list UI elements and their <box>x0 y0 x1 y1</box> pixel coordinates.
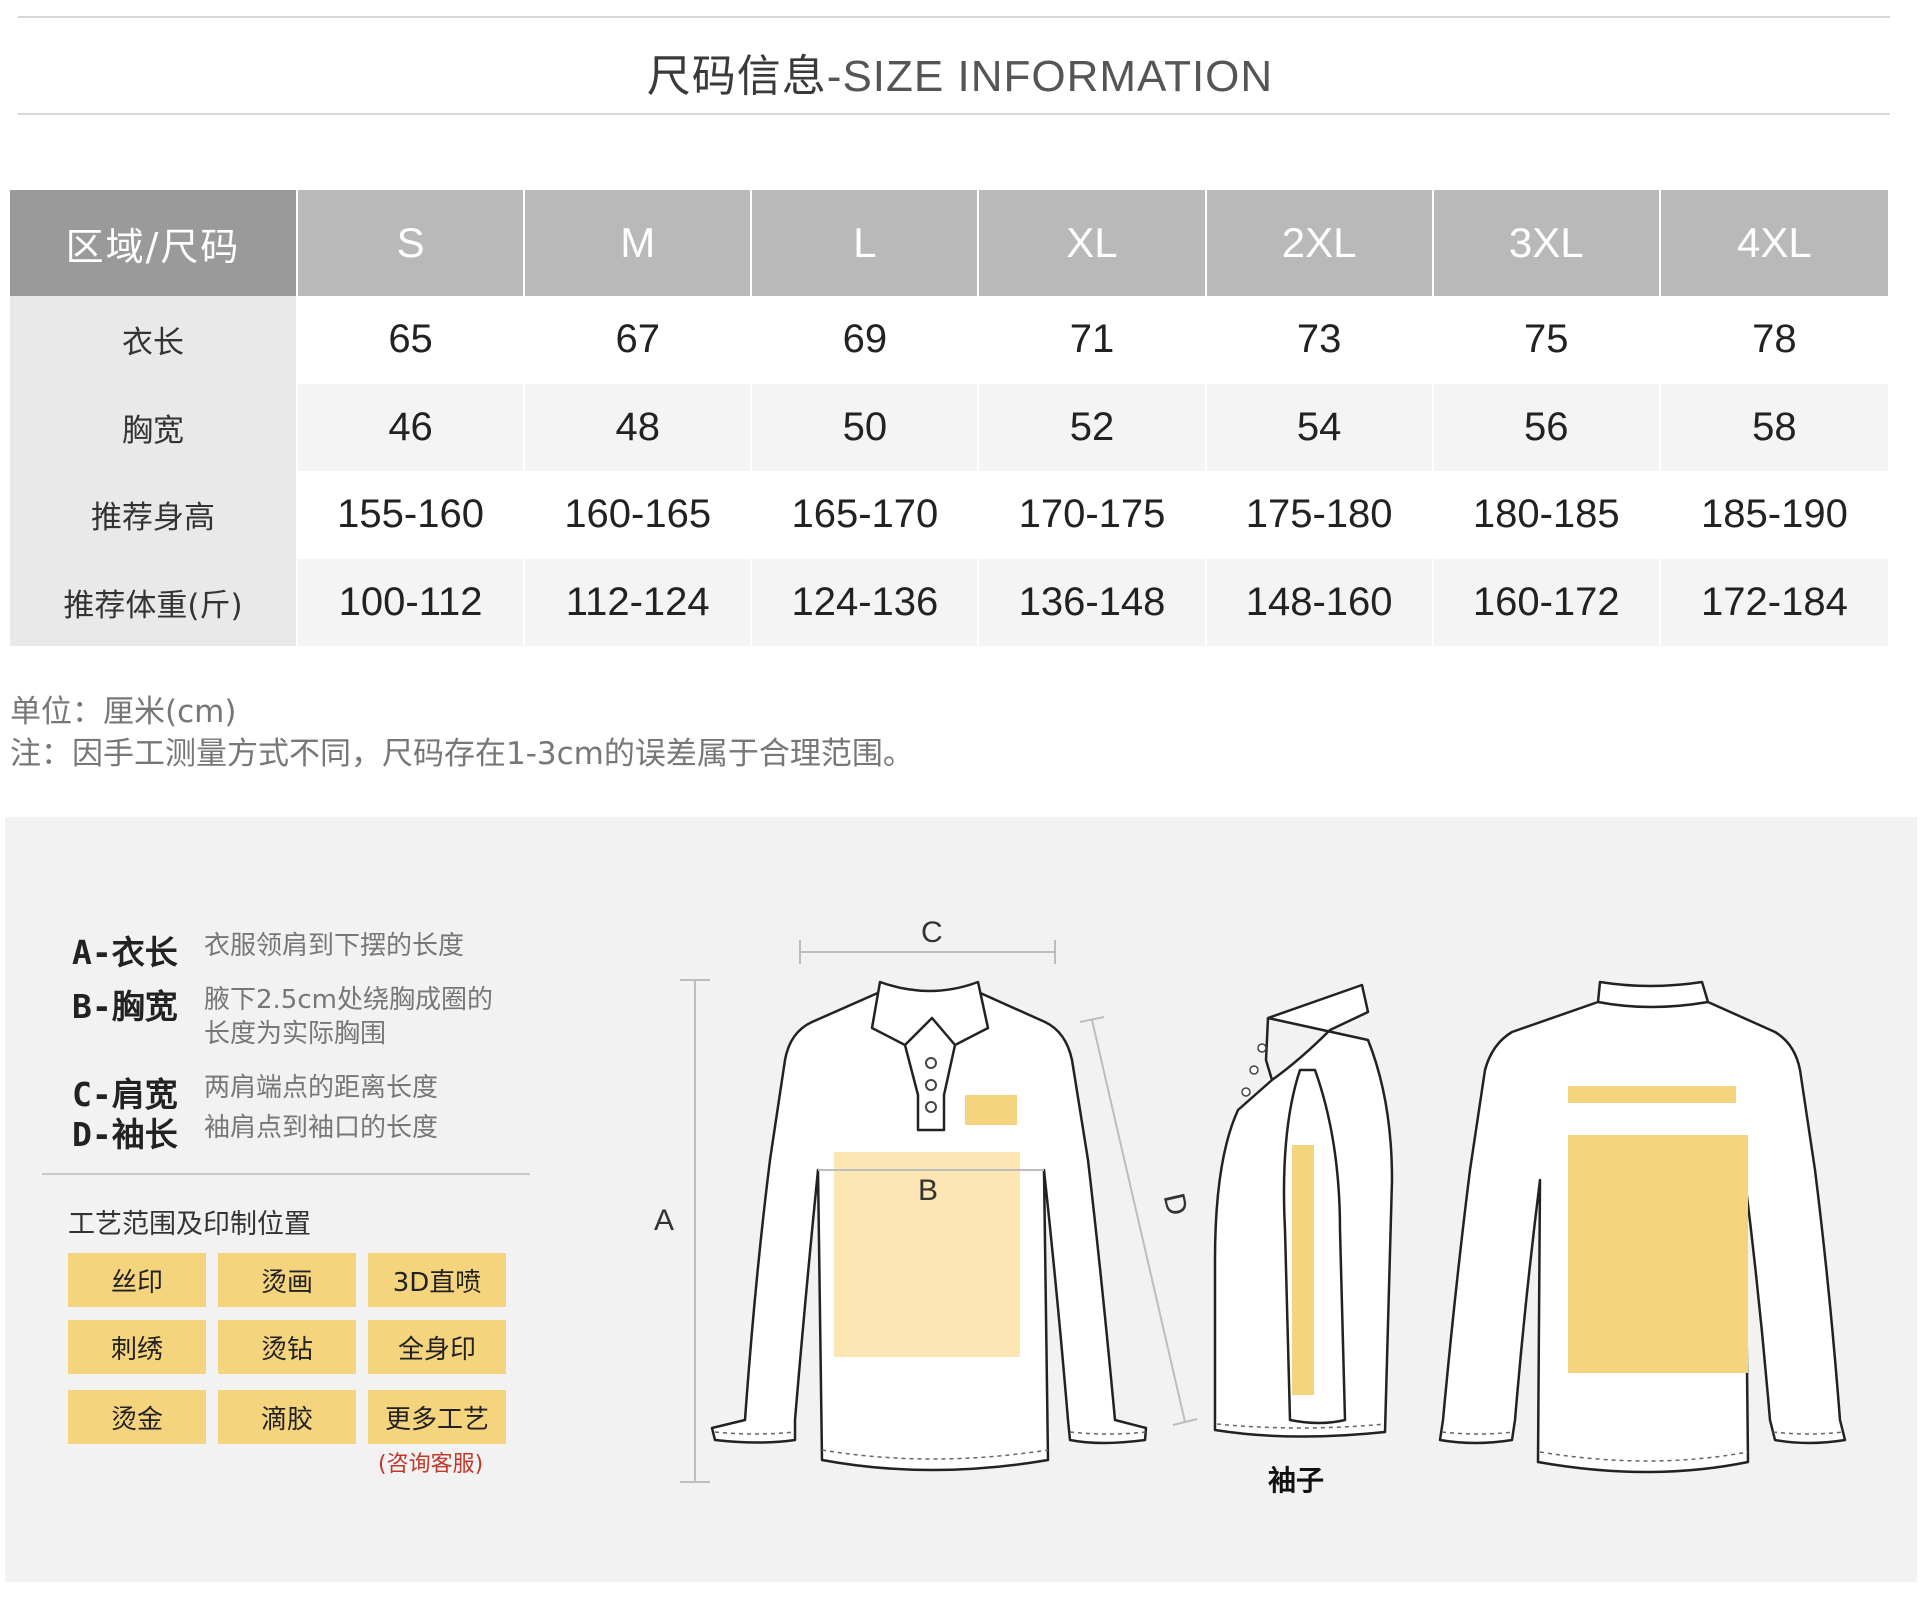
table-cell: 172-184 <box>1660 558 1888 646</box>
page-title-cn: 尺码信息 <box>646 51 827 102</box>
definition-a: A-衣长 衣服领肩到下摆的长度 <box>72 926 504 974</box>
craft-rhinestone: 烫钻 <box>218 1320 356 1374</box>
table-cell: 170-175 <box>979 471 1207 559</box>
table-cell: 148-160 <box>1206 558 1434 646</box>
craft-grid: 丝印 烫画 3D直喷 刺绣 烫钻 全身印 烫金 滴胶 更多工艺 <box>68 1253 508 1444</box>
craft-silkscreen: 丝印 <box>68 1253 206 1307</box>
definition-desc: 衣服领肩到下摆的长度 <box>204 931 465 961</box>
table-cell: 160-165 <box>525 471 753 559</box>
table-cell: 73 <box>1206 296 1434 384</box>
table-cell: 58 <box>1660 383 1888 471</box>
table-cell: 71 <box>979 296 1207 384</box>
size-header-2xl: 2XL <box>1206 190 1434 296</box>
table-cell: 52 <box>979 383 1207 471</box>
size-header-3xl: 3XL <box>1433 190 1661 296</box>
craft-heat-transfer: 烫画 <box>218 1253 356 1307</box>
table-cell: 160-172 <box>1433 558 1661 646</box>
table-cell: 67 <box>525 296 753 384</box>
header-top-rule <box>18 16 1890 18</box>
unit-note: 单位：厘米(cm) <box>10 694 237 730</box>
row-label: 胸宽 <box>10 383 298 471</box>
table-cell: 180-185 <box>1433 471 1661 559</box>
header-bottom-rule <box>18 113 1890 115</box>
front-buttons <box>925 1057 937 1113</box>
sleeve-print-area <box>1292 1145 1314 1395</box>
measure-c-label: C <box>921 916 943 949</box>
back-main-print-area <box>1568 1135 1748 1373</box>
table-cell: 56 <box>1433 383 1661 471</box>
sleeve-label: 袖子 <box>1268 1464 1324 1497</box>
table-cell: 136-148 <box>979 558 1207 646</box>
size-row-chest: 胸宽 46 48 50 52 54 56 58 <box>10 383 1888 471</box>
definition-key: A-衣长 <box>72 933 178 972</box>
front-pocket-print-area <box>965 1095 1017 1125</box>
back-upper-print-area <box>1568 1086 1736 1103</box>
definition-desc: 腋下2.5cm处绕胸成圈的长度为实际胸围 <box>204 985 493 1049</box>
size-header-s: S <box>298 190 526 296</box>
table-cell: 165-170 <box>752 471 980 559</box>
craft-title: 工艺范围及印制位置 <box>68 1209 311 1240</box>
measure-b-label: B <box>918 1174 938 1207</box>
row-label: 推荐身高 <box>10 471 298 559</box>
size-header-4xl: 4XL <box>1660 190 1888 296</box>
craft-more: 更多工艺 <box>368 1390 506 1444</box>
measure-a-label: A <box>654 1204 674 1237</box>
craft-epoxy: 滴胶 <box>218 1390 356 1444</box>
row-label: 推荐体重(斤) <box>10 558 298 646</box>
tolerance-note: 注：因手工测量方式不同，尺码存在1-3cm的误差属于合理范围。 <box>10 736 914 772</box>
table-cell: 78 <box>1660 296 1888 384</box>
size-row-length: 衣长 65 67 69 71 73 75 78 <box>10 296 1888 384</box>
row-label: 衣长 <box>10 296 298 384</box>
craft-all-over-print: 全身印 <box>368 1320 506 1374</box>
size-header-row: 区域/尺码 S M L XL 2XL 3XL 4XL <box>10 190 1888 296</box>
size-row-weight: 推荐体重(斤) 100-112 112-124 124-136 136-148 … <box>10 558 1888 646</box>
craft-3d-print: 3D直喷 <box>368 1253 506 1307</box>
table-cell: 48 <box>525 383 753 471</box>
consult-note: (咨询客服) <box>378 1452 484 1477</box>
size-header-xl: XL <box>979 190 1207 296</box>
definition-desc: 袖肩点到袖口的长度 <box>204 1113 439 1143</box>
table-cell: 50 <box>752 383 980 471</box>
table-cell: 54 <box>1206 383 1434 471</box>
size-header-m: M <box>525 190 753 296</box>
craft-gold-foil: 烫金 <box>68 1390 206 1444</box>
definition-key: D-袖长 <box>72 1115 178 1154</box>
definition-key: B-胸宽 <box>72 987 178 1026</box>
craft-embroidery: 刺绣 <box>68 1320 206 1374</box>
definition-b: B-胸宽 腋下2.5cm处绕胸成圈的长度为实际胸围 <box>72 980 504 1051</box>
table-cell: 112-124 <box>525 558 753 646</box>
page-title-en: -SIZE INFORMATION <box>826 52 1274 101</box>
table-cell: 185-190 <box>1660 471 1888 559</box>
page-title: 尺码信息-SIZE INFORMATION <box>0 40 1920 104</box>
table-cell: 46 <box>298 383 526 471</box>
table-cell: 124-136 <box>752 558 980 646</box>
size-header-l: L <box>752 190 980 296</box>
table-cell: 69 <box>752 296 980 384</box>
size-table-corner: 区域/尺码 <box>10 190 298 296</box>
table-cell: 65 <box>298 296 526 384</box>
definition-desc: 两肩端点的距离长度 <box>204 1073 439 1103</box>
table-cell: 175-180 <box>1206 471 1434 559</box>
table-cell: 75 <box>1433 296 1661 384</box>
table-cell: 155-160 <box>298 471 526 559</box>
table-cell: 100-112 <box>298 558 526 646</box>
definitions-divider <box>42 1173 530 1175</box>
size-table: 区域/尺码 S M L XL 2XL 3XL 4XL 衣长 65 67 69 7… <box>10 190 1888 646</box>
definition-d: D-袖长 袖肩点到袖口的长度 <box>72 1108 504 1156</box>
size-row-height: 推荐身高 155-160 160-165 165-170 170-175 175… <box>10 471 1888 559</box>
